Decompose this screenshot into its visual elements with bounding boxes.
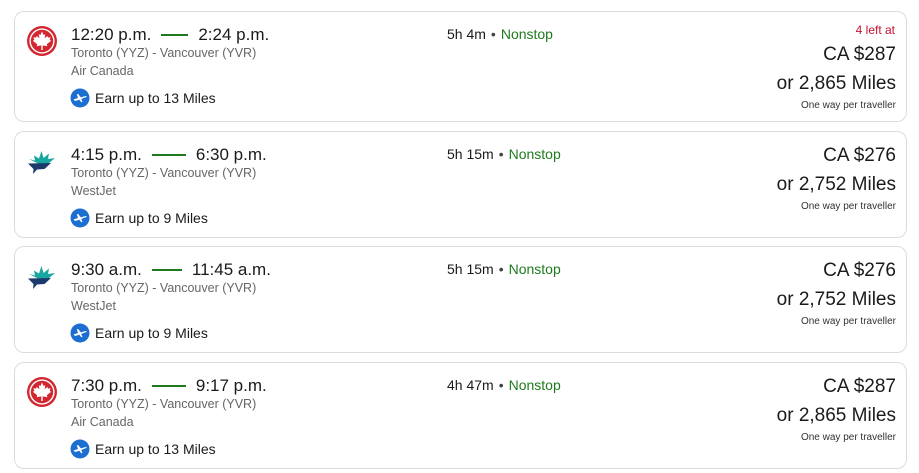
arrival-time: 11:45 a.m.	[191, 260, 271, 279]
earn-miles: Earn up to 9 Miles	[70, 208, 208, 228]
stops-text: Nonstop	[500, 26, 553, 42]
price: CA $276	[823, 145, 896, 166]
route-line	[161, 34, 189, 36]
per-traveller-note: One way per traveller	[800, 100, 896, 111]
route-text: Toronto (YYZ) - Vancouver (YVR)	[71, 281, 257, 295]
per-traveller-note: One way per traveller	[800, 432, 896, 443]
air-canada-maple-leaf-icon	[27, 26, 57, 56]
seats-left-alert: 4 left at	[855, 23, 895, 37]
price: CA $287	[823, 376, 896, 397]
earn-miles: Earn up to 13 Miles	[70, 88, 216, 108]
aeroplan-icon	[70, 323, 90, 343]
earn-miles-label: Earn up to 9 Miles	[95, 210, 208, 226]
flight-card[interactable]: 7:30 p.m. 9:17 p.m. Toronto (YYZ) - Vanc…	[14, 362, 907, 469]
stops-text: Nonstop	[508, 377, 561, 393]
stops-text: Nonstop	[508, 146, 561, 162]
earn-miles-label: Earn up to 13 Miles	[95, 441, 216, 457]
departure-time: 4:15 p.m.	[71, 145, 142, 164]
separator-dot: •	[490, 26, 496, 42]
earn-miles-label: Earn up to 13 Miles	[95, 90, 216, 106]
per-traveller-note: One way per traveller	[800, 316, 896, 327]
route-text: Toronto (YYZ) - Vancouver (YVR)	[71, 46, 257, 60]
separator-dot: •	[498, 261, 504, 277]
price: CA $276	[823, 260, 896, 281]
duration-text: 4h 47m	[447, 377, 494, 393]
earn-miles: Earn up to 9 Miles	[70, 323, 208, 343]
flight-card[interactable]: 9:30 a.m. 11:45 a.m. Toronto (YYZ) - Van…	[14, 246, 907, 353]
air-canada-maple-leaf-icon	[27, 377, 57, 407]
duration: 5h 4m • Nonstop	[447, 26, 553, 42]
duration: 5h 15m • Nonstop	[447, 261, 561, 277]
price: CA $287	[823, 44, 896, 65]
departure-time: 9:30 a.m.	[71, 260, 142, 279]
price-miles: or 2,752 Miles	[776, 289, 896, 310]
departure-time: 7:30 p.m.	[71, 376, 142, 395]
flight-times: 12:20 p.m. 2:24 p.m.	[71, 25, 269, 45]
aeroplan-icon	[70, 88, 90, 108]
price-miles: or 2,752 Miles	[776, 174, 896, 195]
duration-text: 5h 4m	[447, 26, 486, 42]
stops-text: Nonstop	[508, 261, 561, 277]
duration-text: 5h 15m	[447, 146, 494, 162]
route-line	[151, 154, 186, 156]
aeroplan-icon	[70, 439, 90, 459]
flight-card[interactable]: 12:20 p.m. 2:24 p.m. Toronto (YYZ) - Van…	[14, 11, 907, 122]
duration: 5h 15m • Nonstop	[447, 146, 561, 162]
route-line	[151, 269, 182, 271]
flight-times: 7:30 p.m. 9:17 p.m.	[71, 376, 267, 396]
airline-name: WestJet	[71, 299, 116, 313]
aeroplan-icon	[70, 208, 90, 228]
duration: 4h 47m • Nonstop	[447, 377, 561, 393]
route-text: Toronto (YYZ) - Vancouver (YVR)	[71, 397, 257, 411]
separator-dot: •	[498, 146, 504, 162]
earn-miles-label: Earn up to 9 Miles	[95, 325, 208, 341]
arrival-time: 2:24 p.m.	[198, 25, 270, 44]
earn-miles: Earn up to 13 Miles	[70, 439, 216, 459]
route-line	[151, 385, 186, 387]
departure-time: 12:20 p.m.	[71, 25, 152, 44]
arrival-time: 6:30 p.m.	[195, 145, 267, 164]
flight-card[interactable]: 4:15 p.m. 6:30 p.m. Toronto (YYZ) - Vanc…	[14, 131, 907, 238]
arrival-time: 9:17 p.m.	[195, 376, 267, 395]
westjet-icon	[28, 151, 55, 174]
westjet-icon	[28, 266, 55, 289]
airline-name: Air Canada	[71, 415, 134, 429]
route-text: Toronto (YYZ) - Vancouver (YVR)	[71, 166, 257, 180]
flight-times: 9:30 a.m. 11:45 a.m.	[71, 260, 271, 280]
separator-dot: •	[498, 377, 504, 393]
airline-name: Air Canada	[71, 64, 134, 78]
duration-text: 5h 15m	[447, 261, 494, 277]
flight-times: 4:15 p.m. 6:30 p.m.	[71, 145, 267, 165]
airline-name: WestJet	[71, 184, 116, 198]
price-miles: or 2,865 Miles	[776, 405, 896, 426]
price-miles: or 2,865 Miles	[776, 73, 896, 94]
per-traveller-note: One way per traveller	[800, 201, 896, 212]
